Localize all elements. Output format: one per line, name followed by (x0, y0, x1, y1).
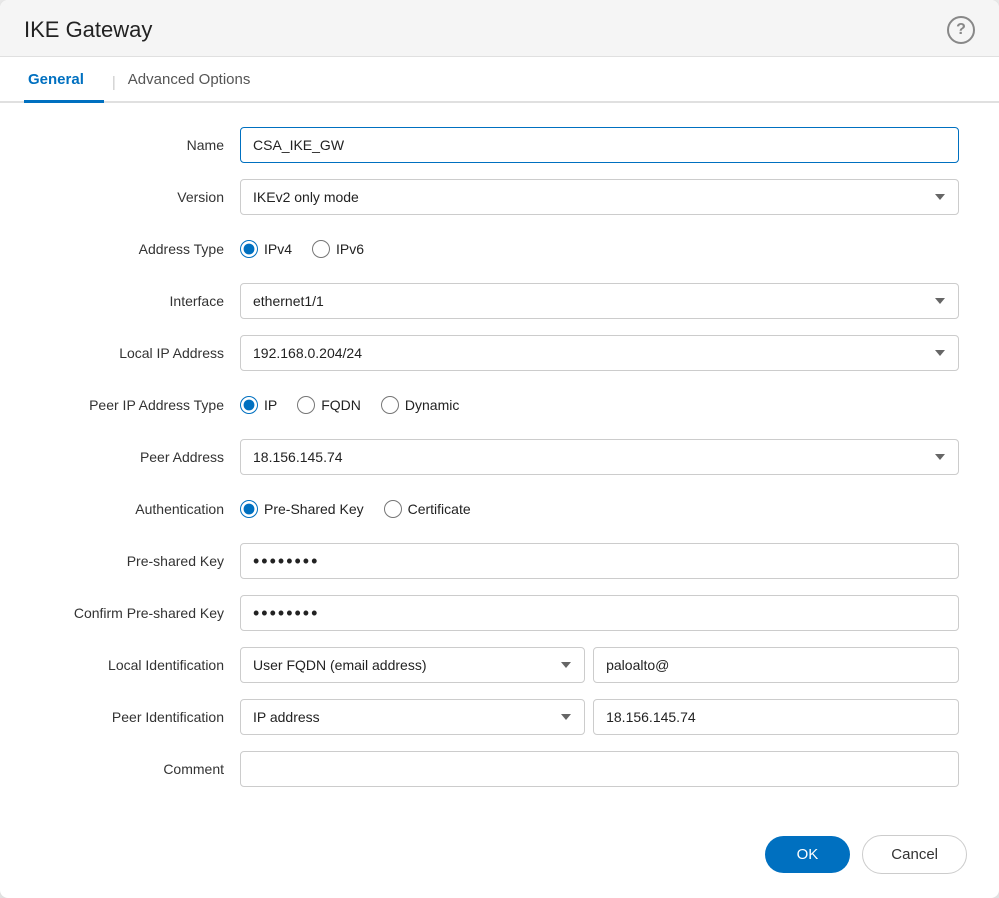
peer-ip-type-row: Peer IP Address Type IP FQDN Dynamic (40, 387, 959, 423)
local-id-value-wrapper (593, 647, 959, 683)
name-label: Name (40, 137, 240, 153)
radio-ip-label: IP (264, 397, 277, 413)
address-type-label: Address Type (40, 241, 240, 257)
name-input[interactable] (240, 127, 959, 163)
radio-ip[interactable]: IP (240, 396, 277, 414)
peer-address-row: Peer Address 18.156.145.74 (40, 439, 959, 475)
peer-address-control: 18.156.145.74 (240, 439, 959, 475)
radio-pre-shared-label: Pre-Shared Key (264, 501, 364, 517)
comment-row: Comment (40, 751, 959, 787)
radio-ip-input[interactable] (240, 396, 258, 414)
radio-dynamic-label: Dynamic (405, 397, 459, 413)
local-ip-select-wrapper: 192.168.0.204/24 (240, 335, 959, 371)
tab-bar: General | Advanced Options (0, 57, 999, 103)
pre-shared-key-input[interactable] (240, 543, 959, 579)
radio-ipv6-label: IPv6 (336, 241, 364, 257)
radio-fqdn[interactable]: FQDN (297, 396, 361, 414)
peer-id-inner-row: IP address FQDN User FQDN (email address… (240, 699, 959, 735)
comment-label: Comment (40, 761, 240, 777)
peer-address-label: Peer Address (40, 449, 240, 465)
peer-ip-type-control: IP FQDN Dynamic (240, 387, 959, 423)
peer-ip-type-label: Peer IP Address Type (40, 397, 240, 413)
auth-radio-group: Pre-Shared Key Certificate (240, 491, 959, 527)
address-type-radio-group: IPv4 IPv6 (240, 231, 959, 267)
radio-dynamic-input[interactable] (381, 396, 399, 414)
local-id-type-wrapper: User FQDN (email address) IP address FQD… (240, 647, 585, 683)
peer-id-control: IP address FQDN User FQDN (email address… (240, 699, 959, 735)
version-control: IKEv1 only mode IKEv2 only mode IKEv2 pr… (240, 179, 959, 215)
peer-id-type-wrapper: IP address FQDN User FQDN (email address… (240, 699, 585, 735)
interface-label: Interface (40, 293, 240, 309)
radio-ipv4-input[interactable] (240, 240, 258, 258)
peer-id-row: Peer Identification IP address FQDN User… (40, 699, 959, 735)
dialog-header: IKE Gateway ? (0, 0, 999, 57)
radio-certificate-input[interactable] (384, 500, 402, 518)
local-id-value-input[interactable] (593, 647, 959, 683)
version-label: Version (40, 189, 240, 205)
version-row: Version IKEv1 only mode IKEv2 only mode … (40, 179, 959, 215)
address-type-control: IPv4 IPv6 (240, 231, 959, 267)
radio-ipv6[interactable]: IPv6 (312, 240, 364, 258)
help-icon[interactable]: ? (947, 16, 975, 44)
cancel-button[interactable]: Cancel (862, 835, 967, 874)
name-row: Name (40, 127, 959, 163)
radio-certificate-label: Certificate (408, 501, 471, 517)
confirm-key-input[interactable] (240, 595, 959, 631)
ok-button[interactable]: OK (765, 836, 851, 873)
interface-select-wrapper: ethernet1/1 ethernet1/2 (240, 283, 959, 319)
name-control (240, 127, 959, 163)
radio-fqdn-input[interactable] (297, 396, 315, 414)
authentication-control: Pre-Shared Key Certificate (240, 491, 959, 527)
tab-advanced[interactable]: Advanced Options (124, 57, 271, 103)
local-id-label: Local Identification (40, 657, 240, 673)
confirm-key-row: Confirm Pre-shared Key (40, 595, 959, 631)
confirm-key-label: Confirm Pre-shared Key (40, 605, 240, 621)
pre-shared-key-label: Pre-shared Key (40, 553, 240, 569)
authentication-label: Authentication (40, 501, 240, 517)
peer-address-select-wrapper: 18.156.145.74 (240, 439, 959, 475)
form-body: Name Version IKEv1 only mode IKEv2 only … (0, 103, 999, 819)
radio-pre-shared[interactable]: Pre-Shared Key (240, 500, 364, 518)
version-select-wrapper: IKEv1 only mode IKEv2 only mode IKEv2 pr… (240, 179, 959, 215)
peer-id-value-input[interactable] (593, 699, 959, 735)
local-id-inner-row: User FQDN (email address) IP address FQD… (240, 647, 959, 683)
comment-input[interactable] (240, 751, 959, 787)
interface-control: ethernet1/1 ethernet1/2 (240, 283, 959, 319)
peer-id-label: Peer Identification (40, 709, 240, 725)
authentication-row: Authentication Pre-Shared Key Certificat… (40, 491, 959, 527)
interface-row: Interface ethernet1/1 ethernet1/2 (40, 283, 959, 319)
ike-gateway-dialog: IKE Gateway ? General | Advanced Options… (0, 0, 999, 898)
local-ip-row: Local IP Address 192.168.0.204/24 (40, 335, 959, 371)
radio-ipv4-label: IPv4 (264, 241, 292, 257)
local-id-control: User FQDN (email address) IP address FQD… (240, 647, 959, 683)
interface-select[interactable]: ethernet1/1 ethernet1/2 (240, 283, 959, 319)
peer-ip-type-radio-group: IP FQDN Dynamic (240, 387, 959, 423)
dialog-title: IKE Gateway (24, 17, 152, 43)
radio-ipv6-input[interactable] (312, 240, 330, 258)
local-id-row: Local Identification User FQDN (email ad… (40, 647, 959, 683)
tab-general[interactable]: General (24, 57, 104, 103)
local-ip-select[interactable]: 192.168.0.204/24 (240, 335, 959, 371)
confirm-key-control (240, 595, 959, 631)
local-ip-control: 192.168.0.204/24 (240, 335, 959, 371)
address-type-row: Address Type IPv4 IPv6 (40, 231, 959, 267)
version-select[interactable]: IKEv1 only mode IKEv2 only mode IKEv2 pr… (240, 179, 959, 215)
pre-shared-key-row: Pre-shared Key (40, 543, 959, 579)
local-id-type-select[interactable]: User FQDN (email address) IP address FQD… (240, 647, 585, 683)
local-ip-label: Local IP Address (40, 345, 240, 361)
radio-pre-shared-input[interactable] (240, 500, 258, 518)
radio-fqdn-label: FQDN (321, 397, 361, 413)
comment-control (240, 751, 959, 787)
dialog-footer: OK Cancel (0, 819, 999, 898)
radio-certificate[interactable]: Certificate (384, 500, 471, 518)
peer-address-select[interactable]: 18.156.145.74 (240, 439, 959, 475)
peer-id-type-select[interactable]: IP address FQDN User FQDN (email address… (240, 699, 585, 735)
pre-shared-key-control (240, 543, 959, 579)
peer-id-value-wrapper (593, 699, 959, 735)
radio-dynamic[interactable]: Dynamic (381, 396, 459, 414)
tab-divider: | (104, 60, 124, 103)
radio-ipv4[interactable]: IPv4 (240, 240, 292, 258)
